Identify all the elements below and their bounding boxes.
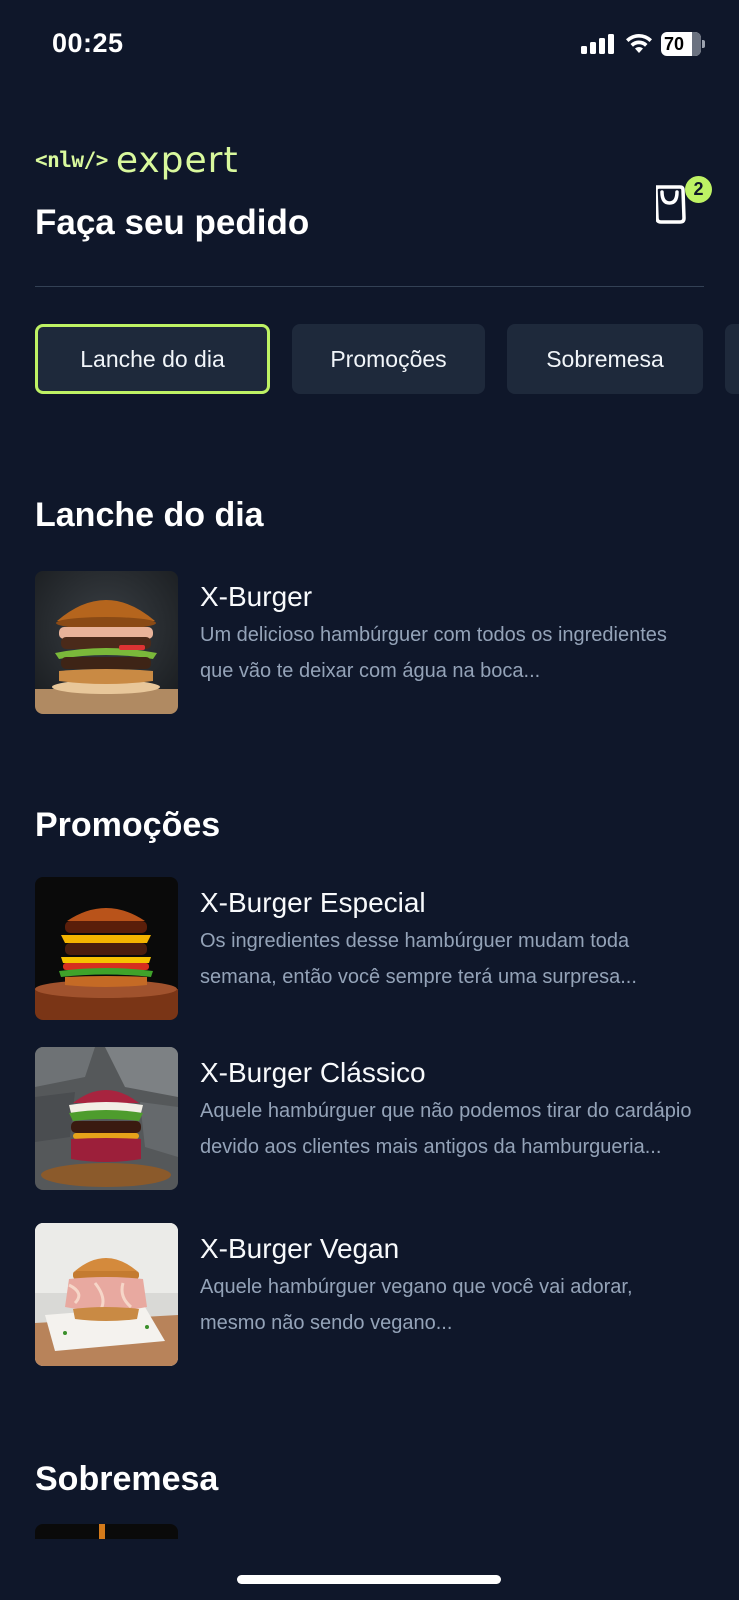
status-time: 00:25 [52,28,124,58]
tab-lanche-do-dia[interactable]: Lanche do dia [35,324,270,394]
product-description: Os ingredientes desse hambúrguer mudam t… [200,930,637,988]
tab-next[interactable] [725,324,739,394]
wifi-icon [626,33,652,53]
battery-level: 70 [664,34,685,54]
product-description: Aquele hambúrguer que não podemos tirar … [200,1100,692,1158]
tab-sobremesa[interactable]: Sobremesa [507,324,703,394]
product-image [35,877,178,1020]
page-title: Faça seu pedido [35,203,310,242]
product-item[interactable]: X-Burger Vegan Aquele hambúrguer vegano … [35,1223,704,1366]
product-name: X-Burger [200,581,313,612]
product-name: X-Burger Especial [200,887,426,918]
logo-word: expert [115,139,239,181]
cart-button[interactable]: 2 [656,176,716,236]
product-name: X-Burger Vegan [200,1233,400,1264]
product-image [35,571,178,714]
category-tabs: Lanche do dia Promoções Sobremesa [35,324,739,394]
section-title-lanche-do-dia: Lanche do dia [35,496,264,534]
product-image [35,1047,178,1190]
product-image [35,1524,178,1539]
home-indicator[interactable] [237,1575,501,1584]
product-description: Um delicioso hambúrguer com todos os ing… [200,624,667,682]
product-item[interactable]: X-Burger Clássico Aquele hambúrguer que … [35,1047,704,1190]
status-bar: 00:25 70 [0,0,739,90]
section-title-promocoes: Promoções [35,806,221,844]
cellular-signal-icon [581,34,615,54]
header-divider [35,286,704,287]
product-item[interactable]: X-Burger Especial Os ingredientes desse … [35,877,704,1020]
tab-promocoes[interactable]: Promoções [292,324,485,394]
product-description: Aquele hambúrguer vegano que você vai ad… [200,1276,633,1334]
product-image [35,1223,178,1366]
product-name: X-Burger Clássico [200,1057,426,1088]
product-item[interactable]: X-Burger Um delicioso hambúrguer com tod… [35,571,704,714]
battery-icon: 70 [661,32,705,56]
logo-code: <nlw/> [35,148,108,172]
cart-count-badge: 2 [685,176,712,203]
section-title-sobremesa: Sobremesa [35,1460,219,1498]
app-logo: <nlw/> expert [35,139,239,181]
